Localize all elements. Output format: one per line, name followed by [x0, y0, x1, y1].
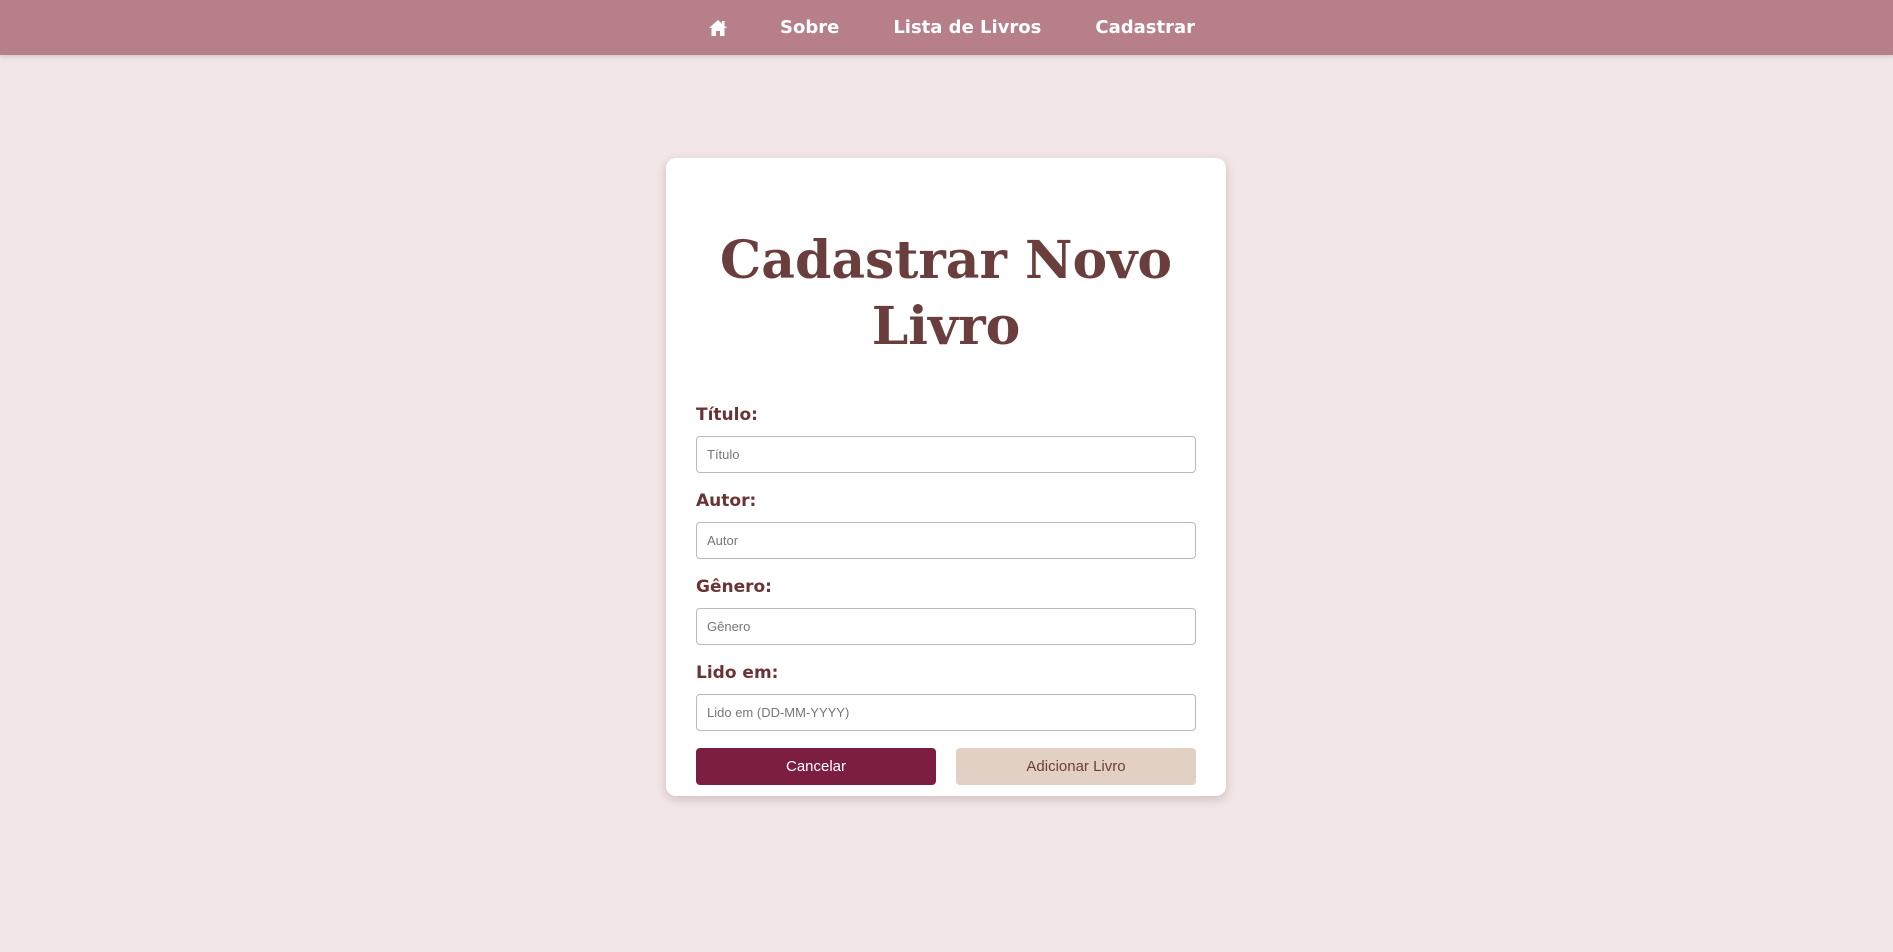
genre-input[interactable]	[696, 608, 1196, 645]
read-date-label: Lido em:	[696, 663, 779, 683]
register-book-card: Cadastrar Novo Livro Título: Autor: Gêne…	[666, 158, 1226, 796]
home-icon[interactable]	[706, 16, 730, 40]
page-title: Cadastrar Novo Livro	[719, 230, 1173, 357]
nav-link-cadastrar[interactable]: Cadastrar	[1095, 17, 1195, 38]
genre-label: Gênero:	[696, 577, 772, 597]
nav-link-lista-de-livros[interactable]: Lista de Livros	[893, 17, 1041, 38]
title-input[interactable]	[696, 436, 1196, 473]
nav-link-sobre[interactable]: Sobre	[780, 17, 839, 38]
top-navbar: Sobre Lista de Livros Cadastrar	[0, 0, 1893, 55]
form-buttons: Cancelar Adicionar Livro	[696, 748, 1196, 785]
cancel-button[interactable]: Cancelar	[696, 748, 936, 785]
add-book-button[interactable]: Adicionar Livro	[956, 748, 1196, 785]
title-label: Título:	[696, 405, 758, 425]
read-date-input[interactable]	[696, 694, 1196, 731]
book-form: Título: Autor: Gênero: Lido em: Cancelar…	[696, 404, 1196, 785]
author-input[interactable]	[696, 522, 1196, 559]
nav-links: Sobre Lista de Livros Cadastrar	[698, 16, 1195, 40]
author-label: Autor:	[696, 491, 757, 511]
